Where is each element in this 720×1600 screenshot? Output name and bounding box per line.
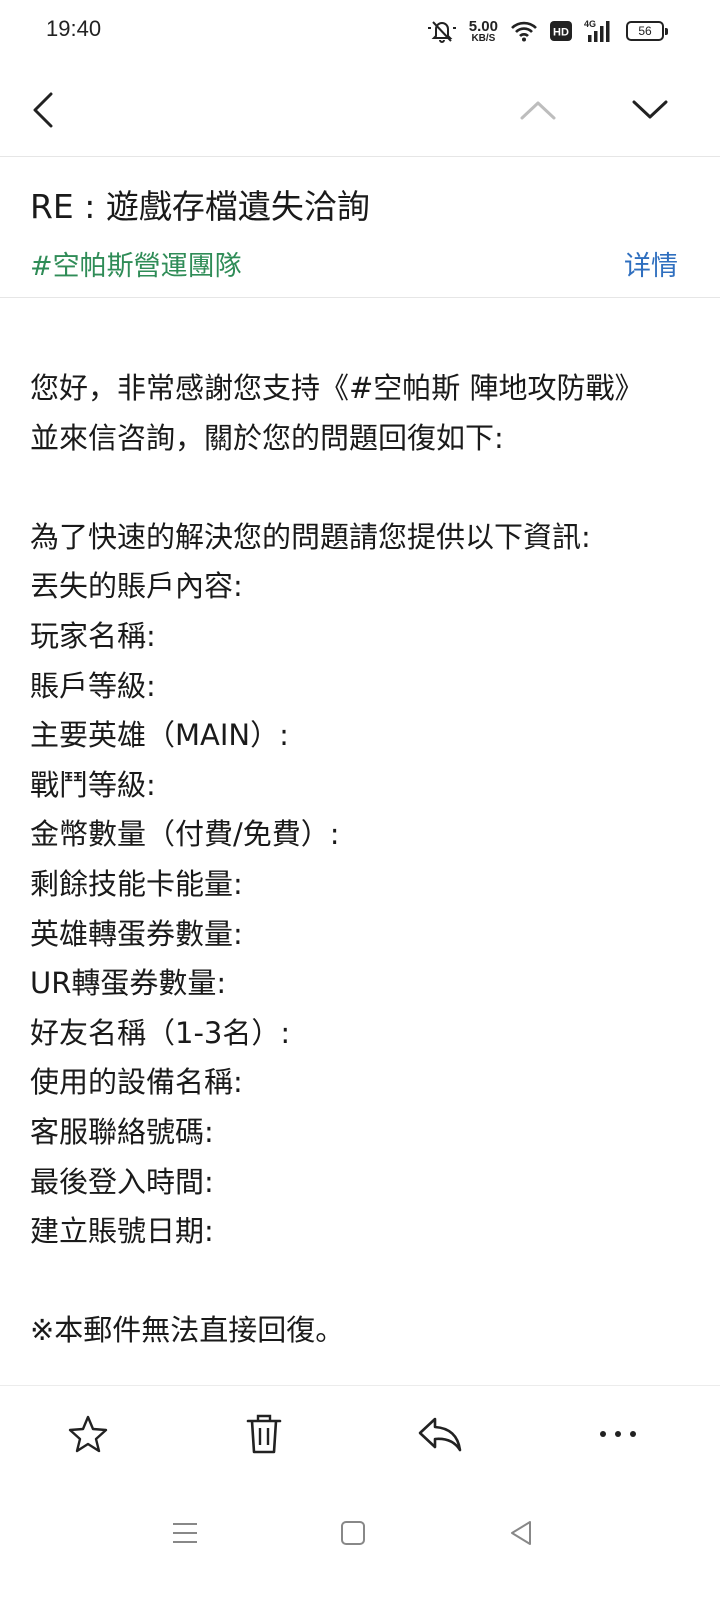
- footer-note: ※本郵件無法直接回復。: [30, 1313, 345, 1348]
- reply-icon: [418, 1417, 462, 1452]
- intro-paragraph: 您好，非常感謝您支持《#空帕斯 陣地攻防戰》並來信咨詢，關於您的問題回復如下:: [30, 371, 644, 455]
- header-divider: [0, 156, 720, 157]
- field-line: 好友名稱（1-3名）:: [30, 1015, 291, 1050]
- home-button[interactable]: [328, 1508, 378, 1558]
- menu-icon: [173, 1523, 197, 1543]
- battery-icon: 56: [626, 21, 668, 41]
- status-icons: 5.00 KB/S HD 4G 56: [427, 14, 668, 48]
- back-arrow-icon: [33, 92, 53, 128]
- signal-icon: 4G: [584, 19, 614, 43]
- more-icon: [600, 1431, 636, 1437]
- wifi-icon: [510, 20, 538, 42]
- field-line: 英雄轉蛋券數量:: [30, 916, 243, 951]
- field-line: 客服聯絡號碼:: [30, 1114, 214, 1149]
- email-body-scroll[interactable]: 您好，非常感謝您支持《#空帕斯 陣地攻防戰》並來信咨詢，關於您的問題回復如下: …: [0, 300, 720, 1385]
- details-link[interactable]: 详情: [624, 244, 678, 283]
- top-nav: [0, 64, 720, 156]
- delete-button[interactable]: [236, 1408, 292, 1460]
- star-icon: [68, 1415, 108, 1453]
- mute-bell-icon: [427, 18, 457, 44]
- field-line: 賬戶等級:: [30, 668, 156, 703]
- action-toolbar: [0, 1385, 720, 1480]
- home-icon: [341, 1521, 365, 1545]
- email-body: 您好，非常感謝您支持《#空帕斯 陣地攻防戰》並來信咨詢，關於您的問題回復如下: …: [30, 364, 670, 1356]
- field-line: 玩家名稱:: [30, 618, 156, 653]
- back-triangle-icon: [511, 1521, 531, 1545]
- previous-email-button[interactable]: [510, 82, 566, 138]
- field-line: 最後登入時間:: [30, 1164, 214, 1199]
- system-back-button[interactable]: [496, 1508, 546, 1558]
- chevron-down-icon: [632, 100, 668, 119]
- email-subject: RE : 遊戲存檔遺失洽詢: [30, 187, 370, 226]
- trash-icon: [246, 1414, 282, 1454]
- more-button[interactable]: [590, 1408, 646, 1460]
- field-line: 使用的設備名稱:: [30, 1065, 243, 1100]
- star-button[interactable]: [60, 1408, 116, 1460]
- back-button[interactable]: [16, 82, 72, 138]
- status-bar: 19:40 5.00 KB/S HD 4G 56: [0, 0, 720, 64]
- reply-button[interactable]: [412, 1408, 468, 1460]
- field-line: 丟失的賬戶內容:: [30, 569, 243, 604]
- field-line: 主要英雄（MAIN）:: [30, 718, 289, 753]
- hd-label: HD: [553, 27, 569, 39]
- field-line: 剩餘技能卡能量:: [30, 866, 243, 901]
- body-divider: [0, 297, 720, 298]
- chevron-up-icon: [520, 101, 556, 120]
- hd-icon: HD: [550, 20, 572, 42]
- network-speed: 5.00 KB/S: [469, 19, 498, 44]
- request-paragraph: 為了快速的解決您的問題請您提供以下資訊:: [30, 519, 591, 554]
- field-line: 金幣數量（付費/免費）:: [30, 817, 340, 852]
- next-email-button[interactable]: [622, 82, 678, 138]
- status-time: 19:40: [46, 16, 102, 41]
- network-speed-unit: KB/S: [471, 32, 496, 44]
- field-line: UR轉蛋券數量:: [30, 966, 227, 1001]
- email-sender[interactable]: #空帕斯營運團隊: [30, 244, 242, 283]
- field-line: 戰鬥等級:: [30, 767, 156, 802]
- recent-apps-button[interactable]: [160, 1508, 210, 1558]
- network-type: 4G: [584, 19, 596, 29]
- network-speed-value: 5.00: [468, 17, 498, 35]
- system-nav-bar: [0, 1480, 720, 1600]
- field-line: 建立賬號日期:: [30, 1214, 214, 1249]
